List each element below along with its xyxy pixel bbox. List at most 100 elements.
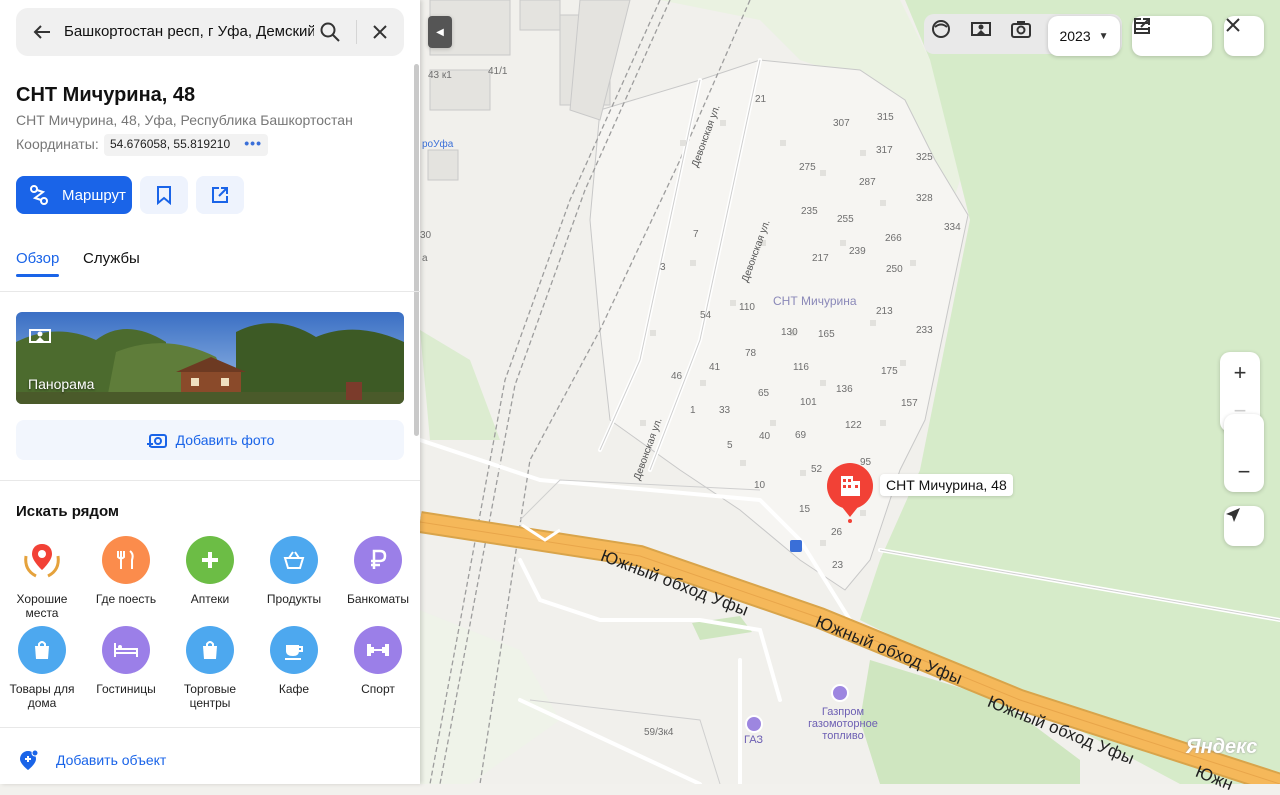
clear-search-icon[interactable] [368, 20, 392, 44]
tab-services[interactable]: Службы [83, 250, 140, 267]
house-number-label: 122 [845, 420, 862, 431]
bed-icon [102, 626, 150, 674]
search-box[interactable]: Башкортостан респ, г Уфа, Демский [16, 8, 404, 56]
cup-icon [270, 626, 318, 674]
add-object-label: Добавить объект [56, 752, 167, 768]
back-arrow-icon[interactable] [30, 20, 54, 44]
house-number-label: 287 [859, 177, 876, 188]
house-number-label: 239 [849, 246, 866, 257]
house-number-label: 65 [758, 388, 770, 399]
gas-station-label: Газпром газомоторное топливо [808, 706, 878, 742]
panorama-layer-button[interactable] [970, 18, 998, 46]
house-number-label: 33 [719, 405, 731, 416]
place-title: СНТ Мичурина, 48 [16, 84, 196, 106]
panorama-card[interactable]: Панорама [16, 312, 404, 404]
house-number-label: 213 [876, 306, 893, 317]
house-number-label: 217 [812, 253, 829, 264]
tab-overview[interactable]: Обзор [16, 250, 59, 267]
house-number-label: 110 [739, 302, 755, 313]
dumbbell-icon [354, 626, 402, 674]
panorama-icon [29, 329, 51, 343]
nearby-category[interactable]: Кафе [252, 626, 336, 696]
house-number-label: 328 [916, 193, 933, 204]
house-number-label: а [422, 253, 428, 264]
map-house-label: 43 к1 [428, 70, 452, 81]
route-button[interactable]: Маршрут [16, 176, 132, 214]
house-number-label: 69 [795, 430, 807, 441]
marker-pin-icon [827, 463, 873, 523]
yandex-watermark: Яндекс [1186, 736, 1258, 758]
zoom-out-button[interactable]: − [1238, 453, 1251, 491]
house-number-label: 3 [660, 262, 666, 273]
nearby-category[interactable]: Торговые центры [168, 626, 252, 710]
menu-icon[interactable] [1132, 16, 1152, 36]
nearby-category-label: Кафе [278, 682, 310, 696]
house-number-label: 5 [727, 440, 733, 451]
share-menu-group [1132, 16, 1212, 56]
bookmark-button[interactable] [140, 176, 188, 214]
nearby-title: Искать рядом [16, 503, 120, 520]
camera-icon [1011, 21, 1031, 38]
pin-laurel-icon [18, 536, 66, 584]
layers-button[interactable] [930, 18, 958, 46]
bus-stop-icon[interactable] [790, 540, 802, 552]
gas-station-icon[interactable] [831, 684, 849, 702]
house-number-label: 40 [759, 431, 771, 442]
share-button[interactable] [196, 176, 244, 214]
route-icon [30, 185, 48, 205]
marker-label[interactable]: СНТ Мичурина, 48 [880, 474, 1013, 496]
nearby-category[interactable]: Банкоматы [336, 536, 420, 606]
caret-down-icon: ▼ [1098, 30, 1109, 42]
nearby-category[interactable]: Хорошие места [0, 536, 84, 620]
house-number-label: 233 [916, 325, 933, 336]
map-poi-label: роУфа [422, 139, 454, 150]
nearby-category-label: Продукты [266, 592, 322, 606]
more-dots-icon[interactable]: ••• [244, 135, 262, 151]
house-number-label: 10 [754, 480, 766, 491]
route-label: Маршрут [62, 186, 126, 204]
place-panel: Башкортостан респ, г Уфа, Демский СНТ Ми… [0, 0, 420, 784]
search-icon[interactable] [318, 20, 342, 44]
house-number-label: 26 [831, 527, 843, 538]
zoom-in-icon[interactable]: + [1234, 354, 1247, 392]
add-photo-icon [146, 434, 167, 448]
nearby-category[interactable]: Гостиницы [84, 626, 168, 696]
nearby-category-label: Где поесть [95, 592, 157, 606]
nearby-category[interactable]: Товары для дома [0, 626, 84, 710]
collapse-panel-button[interactable]: ◀ [428, 16, 452, 48]
house-number-label: 250 [886, 264, 903, 275]
nearby-category[interactable]: Спорт [336, 626, 420, 696]
house-number-label: 23 [832, 560, 844, 571]
house-number-label: 266 [885, 233, 902, 244]
ruble-icon [354, 536, 402, 584]
house-number-label: 157 [901, 398, 918, 409]
house-number-label: 78 [745, 348, 757, 359]
nearby-category-label: Аптеки [190, 592, 230, 606]
search-separator [356, 20, 357, 44]
coords-field[interactable]: 54.676058, 55.819210 ••• [104, 134, 268, 156]
panorama-label: Панорама [28, 376, 95, 392]
place-marker[interactable] [826, 463, 874, 523]
house-number-label: 7 [693, 229, 699, 240]
add-photo-label: Добавить фото [175, 432, 275, 448]
nearby-category[interactable]: Продукты [252, 536, 336, 606]
year-select[interactable]: 2023 ▼ [1048, 16, 1120, 56]
divider [0, 727, 420, 728]
fork-knife-icon [102, 536, 150, 584]
house-number-label: 52 [811, 464, 823, 475]
panel-scrollbar[interactable] [414, 64, 419, 436]
locate-me-button[interactable] [1224, 506, 1264, 546]
nearby-category-label: Товары для дома [9, 682, 75, 710]
add-photo-button[interactable]: Добавить фото [16, 420, 404, 460]
gas-station-icon[interactable] [745, 715, 763, 733]
basket-icon [270, 536, 318, 584]
nearby-category[interactable]: Где поесть [84, 536, 168, 606]
search-input[interactable]: Башкортостан респ, г Уфа, Демский [64, 23, 314, 40]
add-object-button[interactable]: Добавить объект [16, 748, 166, 772]
coords-value[interactable]: 54.676058, 55.819210 [110, 137, 230, 151]
house-number-label: 130 [781, 327, 798, 338]
close-map-button[interactable] [1224, 16, 1264, 56]
coords-label: Координаты: [16, 136, 99, 152]
nearby-category[interactable]: Аптеки [168, 536, 252, 606]
photo-layer-button[interactable] [1010, 18, 1038, 46]
